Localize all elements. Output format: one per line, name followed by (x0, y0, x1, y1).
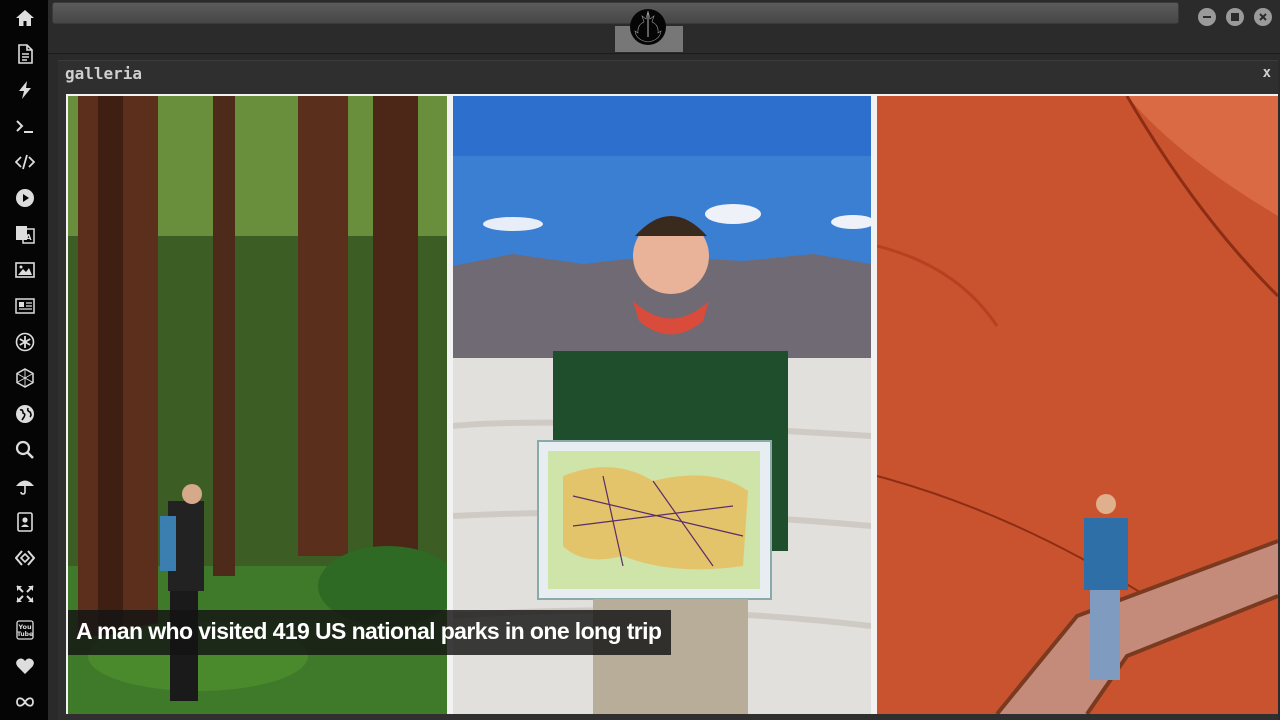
minimize-icon (1203, 16, 1211, 18)
asterisk-circle-icon[interactable] (13, 330, 37, 354)
image-icon[interactable] (13, 258, 37, 282)
contact-book-icon[interactable] (13, 510, 37, 534)
app-dock: A You Tube (0, 0, 48, 720)
document-icon[interactable] (13, 42, 37, 66)
window-title: galleria (65, 64, 143, 83)
maximize-icon (1231, 13, 1239, 21)
photo-painted-hills[interactable] (877, 96, 1278, 714)
newspaper-icon[interactable] (13, 294, 37, 318)
hexagon-icon[interactable] (13, 366, 37, 390)
url-input[interactable] (52, 2, 1179, 24)
heart-icon[interactable] (13, 654, 37, 678)
gallery-window: galleria x A man who visited 419 US nati… (58, 60, 1278, 720)
photo-caption: A man who visited 419 US national parks … (68, 610, 672, 655)
search-icon[interactable] (13, 438, 37, 462)
translate-icon[interactable]: A (13, 222, 37, 246)
svg-text:Tube: Tube (17, 631, 33, 638)
umbrella-icon[interactable] (13, 474, 37, 498)
photo-gallery: A man who visited 419 US national parks … (66, 94, 1278, 714)
svg-text:A: A (25, 233, 32, 242)
code-icon[interactable] (13, 150, 37, 174)
top-bar (48, 0, 1280, 54)
globe-icon[interactable] (13, 402, 37, 426)
close-window-button[interactable] (1254, 8, 1272, 26)
svg-text:You: You (17, 623, 32, 631)
close-icon (1259, 13, 1267, 21)
code-diamond-icon[interactable] (13, 546, 37, 570)
play-icon[interactable] (13, 186, 37, 210)
expand-arrows-icon[interactable] (13, 582, 37, 606)
maximize-button[interactable] (1226, 8, 1244, 26)
window-close-button[interactable]: x (1263, 65, 1271, 81)
home-icon[interactable] (13, 6, 37, 30)
lightning-icon[interactable] (13, 78, 37, 102)
youtube-icon[interactable]: You Tube (13, 618, 37, 642)
infinity-icon[interactable] (13, 690, 37, 714)
terminal-icon[interactable] (13, 114, 37, 138)
minimize-button[interactable] (1198, 8, 1216, 26)
rebel-alliance-icon (630, 9, 666, 45)
